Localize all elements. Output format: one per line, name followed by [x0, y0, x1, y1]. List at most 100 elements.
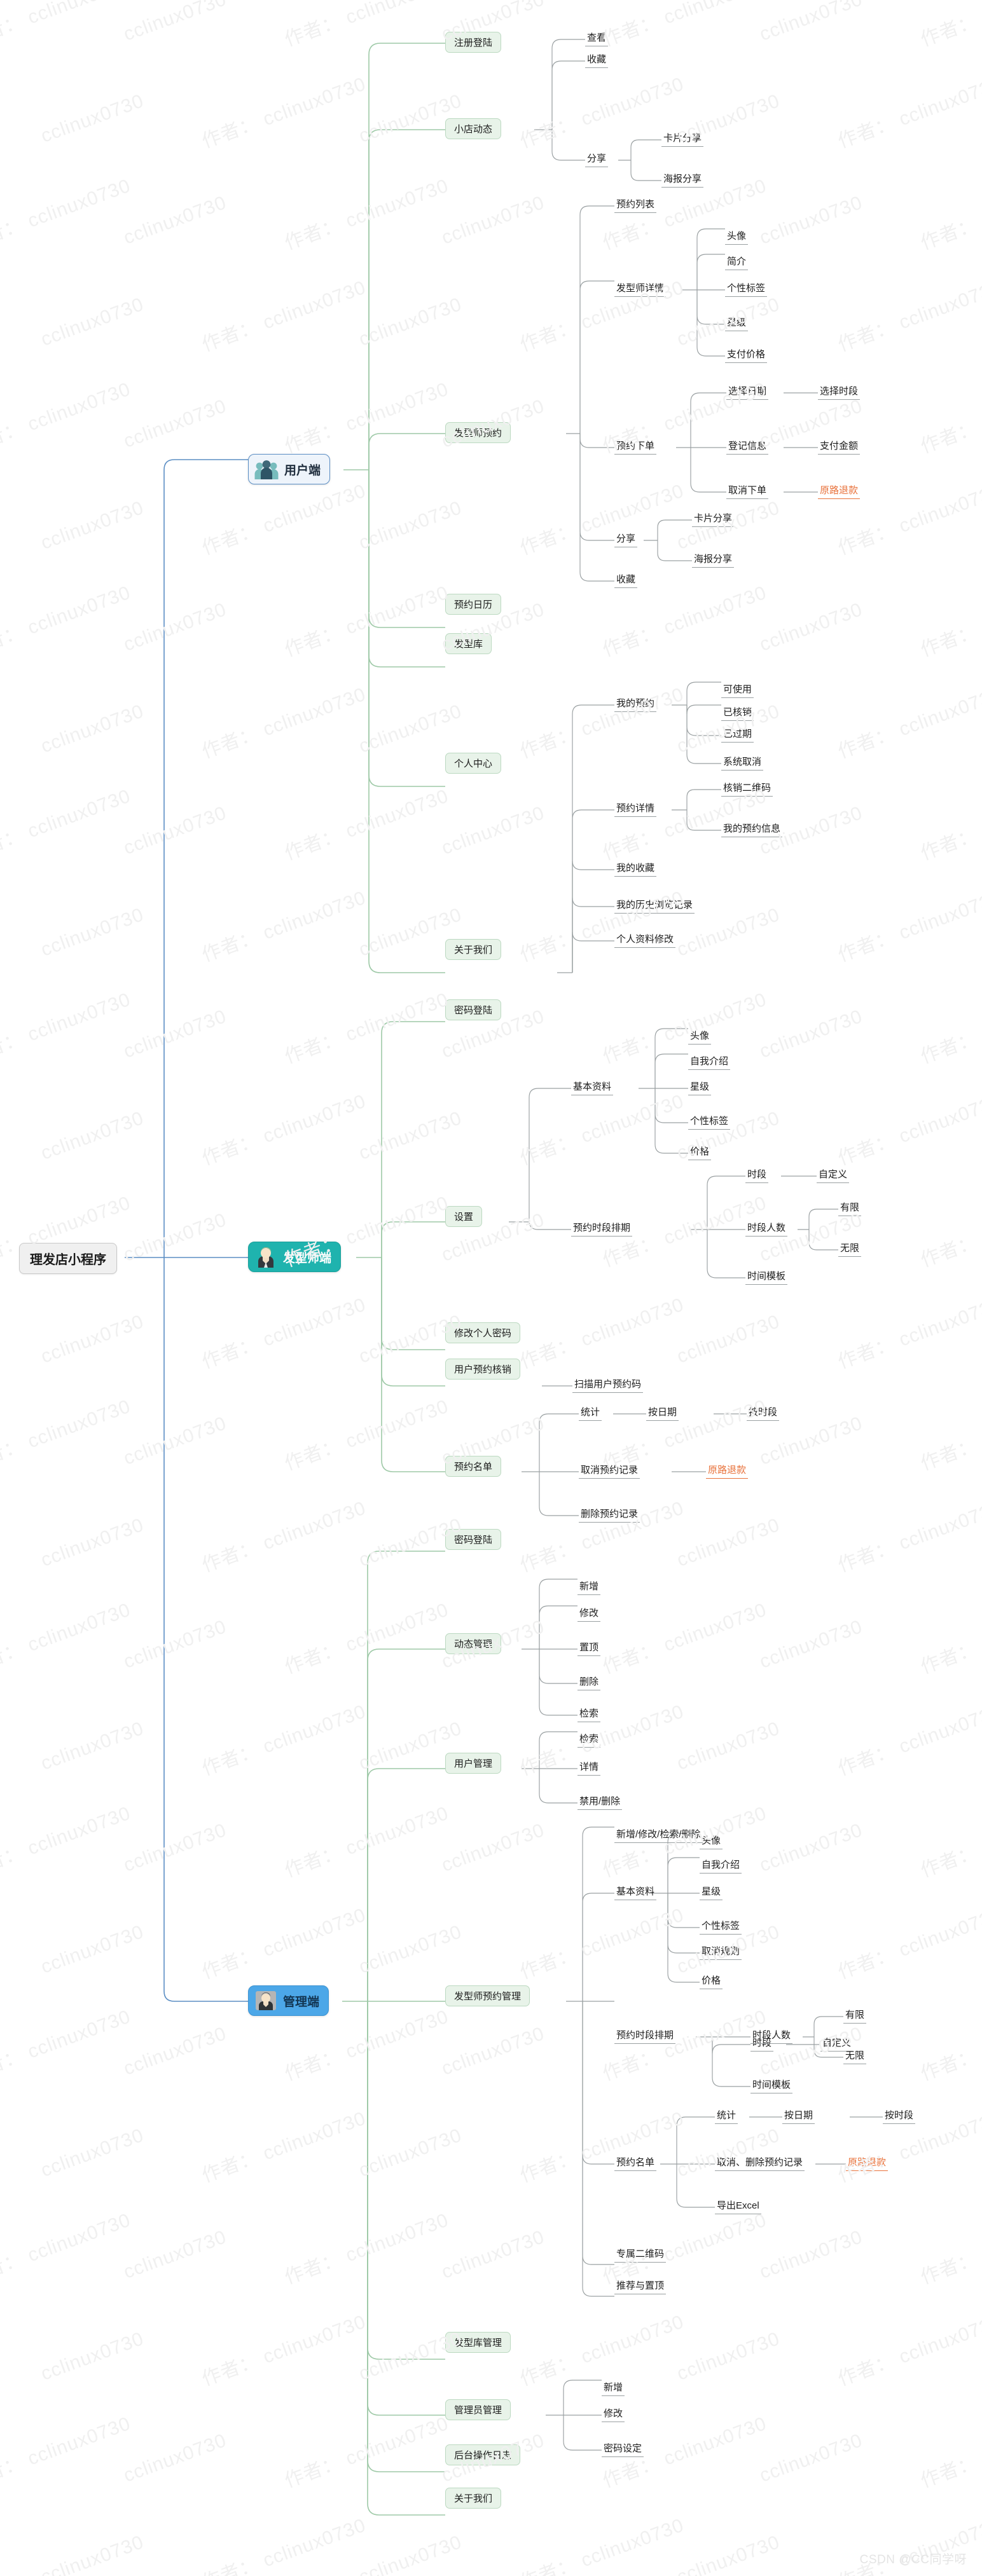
- node-password-login-admin[interactable]: 密码登陆: [445, 1529, 502, 1550]
- node-redeem-qr[interactable]: 核销二维码: [721, 780, 773, 797]
- node-about-us-user[interactable]: 关于我们: [445, 939, 502, 960]
- node-feed-mgmt[interactable]: 动态管理: [445, 1633, 502, 1654]
- node-stylist-detail[interactable]: 发型师详情: [614, 280, 667, 297]
- node-user-ban-delete[interactable]: 禁用/删除: [577, 1793, 623, 1810]
- node-detail-avatar[interactable]: 头像: [725, 228, 749, 245]
- node-detail-stars[interactable]: 星级: [725, 315, 749, 331]
- node-personal-center[interactable]: 个人中心: [445, 753, 502, 774]
- node-my-favorites[interactable]: 我的收藏: [614, 860, 657, 877]
- node-profile-price-stylist[interactable]: 价格: [688, 1144, 712, 1160]
- root-node[interactable]: 理发店小程序: [19, 1243, 117, 1274]
- node-user-detail[interactable]: 详情: [577, 1759, 601, 1776]
- node-capacity-unlimited-admin[interactable]: 无限: [843, 2048, 867, 2064]
- node-hair-library-mgmt[interactable]: 发型库管理: [445, 2332, 511, 2353]
- node-export-excel[interactable]: 导出Excel: [715, 2198, 761, 2214]
- node-slot-capacity-stylist[interactable]: 时段人数: [745, 1220, 788, 1237]
- node-detail-price[interactable]: 支付价格: [725, 346, 768, 363]
- node-delete-booking-record-stylist[interactable]: 删除预约记录: [579, 1506, 640, 1523]
- node-pick-slot[interactable]: 选择时段: [818, 383, 861, 400]
- node-place-order[interactable]: 预约下单: [614, 438, 657, 455]
- node-admin-add[interactable]: 新增: [602, 2380, 625, 2396]
- node-feed-delete[interactable]: 删除: [577, 1674, 601, 1690]
- node-capacity-limited-stylist[interactable]: 有限: [838, 1200, 862, 1216]
- node-booking-share-card[interactable]: 卡片分享: [692, 510, 735, 527]
- node-about-us-admin[interactable]: 关于我们: [445, 2488, 502, 2509]
- node-hair-library[interactable]: 发型库: [445, 633, 492, 654]
- node-feed-view[interactable]: 查看: [585, 30, 609, 46]
- node-time-template-admin[interactable]: 时间模板: [750, 2077, 793, 2093]
- node-admin-mgmt[interactable]: 管理员管理: [445, 2399, 511, 2420]
- node-roster-stats-admin[interactable]: 统计: [715, 2107, 738, 2124]
- node-feed-search[interactable]: 检索: [577, 1706, 601, 1722]
- node-slot-schedule-admin[interactable]: 预约时段排期: [614, 2027, 676, 2044]
- node-refund-stylist[interactable]: 原路退款: [706, 1462, 749, 1479]
- node-slot-schedule-stylist[interactable]: 预约时段排期: [571, 1220, 633, 1237]
- node-slot-stylist[interactable]: 时段: [745, 1167, 769, 1183]
- node-booking-calendar[interactable]: 预约日历: [445, 594, 502, 615]
- branch-node-user[interactable]: 用户端: [248, 454, 331, 484]
- node-booking-roster-stylist[interactable]: 预约名单: [445, 1456, 502, 1477]
- node-feed-favorite[interactable]: 收藏: [585, 51, 609, 68]
- node-user-search[interactable]: 检索: [577, 1731, 601, 1748]
- node-booking-favorite[interactable]: 收藏: [614, 572, 638, 588]
- node-pick-date[interactable]: 选择日期: [726, 383, 769, 400]
- node-profile-intro-admin[interactable]: 自我介绍: [700, 1857, 742, 1874]
- node-user-redeem-stylist[interactable]: 用户预约核销: [445, 1359, 521, 1380]
- node-capacity-limited-admin[interactable]: 有限: [843, 2007, 867, 2024]
- node-profile-cancel-rule-admin[interactable]: 取消规则: [700, 1943, 742, 1960]
- node-register-info[interactable]: 登记信息: [726, 438, 769, 455]
- node-profile-price-admin[interactable]: 价格: [700, 1973, 723, 1989]
- node-booking-usable[interactable]: 可使用: [721, 682, 754, 698]
- node-profile-tags-admin[interactable]: 个性标签: [700, 1918, 742, 1935]
- node-booking-redeemed[interactable]: 已核销: [721, 704, 754, 721]
- node-stylist-booking-mgmt[interactable]: 发型师预约管理: [445, 1985, 530, 2006]
- branch-node-stylist[interactable]: 发型师端: [248, 1242, 342, 1272]
- node-time-template-stylist[interactable]: 时间模板: [745, 1268, 788, 1285]
- node-detail-tags[interactable]: 个性标签: [725, 280, 768, 297]
- node-feed-edit[interactable]: 修改: [577, 1605, 601, 1622]
- node-roster-by-date-stylist[interactable]: 按日期: [646, 1404, 679, 1421]
- node-settings-stylist[interactable]: 设置: [445, 1206, 483, 1227]
- node-refund-user[interactable]: 原路退款: [818, 483, 861, 499]
- node-operation-log[interactable]: 后台操作日志: [445, 2444, 521, 2465]
- node-profile-tags-stylist[interactable]: 个性标签: [688, 1113, 731, 1130]
- node-profile-intro-stylist[interactable]: 自我介绍: [688, 1053, 731, 1070]
- node-change-password-stylist[interactable]: 修改个人密码: [445, 1322, 521, 1343]
- node-roster-by-slot-stylist[interactable]: 按时段: [747, 1404, 780, 1421]
- node-feed-share-card[interactable]: 卡片分享: [661, 130, 704, 147]
- node-profile-stars-admin[interactable]: 星级: [700, 1884, 723, 1900]
- node-roster-by-date-admin[interactable]: 按日期: [782, 2107, 815, 2124]
- node-feed-share-poster[interactable]: 海报分享: [661, 171, 704, 188]
- node-profile-edit[interactable]: 个人资料修改: [614, 931, 676, 948]
- node-booking-sys-cancel[interactable]: 系统取消: [721, 754, 764, 771]
- node-pay-amount[interactable]: 支付金额: [818, 438, 861, 455]
- node-my-history[interactable]: 我的历史浏览记录: [614, 897, 695, 914]
- node-profile-avatar-admin[interactable]: 头像: [700, 1833, 723, 1849]
- node-shop-feed[interactable]: 小店动态: [445, 118, 502, 139]
- node-recommend-pin[interactable]: 推荐与置顶: [614, 2278, 667, 2294]
- node-basic-profile-stylist[interactable]: 基本资料: [571, 1079, 614, 1095]
- node-exclusive-qr[interactable]: 专属二维码: [614, 2246, 667, 2263]
- node-my-booking-info[interactable]: 我的预约信息: [721, 821, 783, 837]
- node-admin-edit[interactable]: 修改: [602, 2406, 625, 2422]
- node-capacity-unlimited-stylist[interactable]: 无限: [838, 1240, 862, 1257]
- node-profile-avatar-stylist[interactable]: 头像: [688, 1028, 712, 1045]
- node-booking-share[interactable]: 分享: [614, 531, 638, 547]
- node-refund-admin[interactable]: 原路退款: [846, 2155, 889, 2171]
- node-cancel-delete-record-admin[interactable]: 取消、删除预约记录: [715, 2155, 805, 2171]
- node-slot-capacity-admin[interactable]: 时段人数: [750, 2027, 793, 2044]
- node-detail-intro[interactable]: 简介: [725, 254, 749, 270]
- node-feed-share[interactable]: 分享: [585, 151, 609, 167]
- node-my-bookings[interactable]: 我的预约: [614, 695, 657, 712]
- node-roster-by-slot-admin[interactable]: 按时段: [883, 2107, 916, 2124]
- node-stylist-booking[interactable]: 发型师预约: [445, 422, 511, 443]
- node-basic-profile-admin[interactable]: 基本资料: [614, 1884, 657, 1900]
- node-register-login[interactable]: 注册登陆: [445, 32, 502, 53]
- node-password-login-stylist[interactable]: 密码登陆: [445, 999, 502, 1020]
- node-feed-add[interactable]: 新增: [577, 1579, 601, 1595]
- node-admin-password[interactable]: 密码设定: [602, 2441, 644, 2457]
- node-profile-stars-stylist[interactable]: 星级: [688, 1079, 712, 1095]
- node-booking-share-poster[interactable]: 海报分享: [692, 551, 735, 568]
- node-user-mgmt[interactable]: 用户管理: [445, 1753, 502, 1774]
- node-booking-roster-admin[interactable]: 预约名单: [614, 2155, 657, 2171]
